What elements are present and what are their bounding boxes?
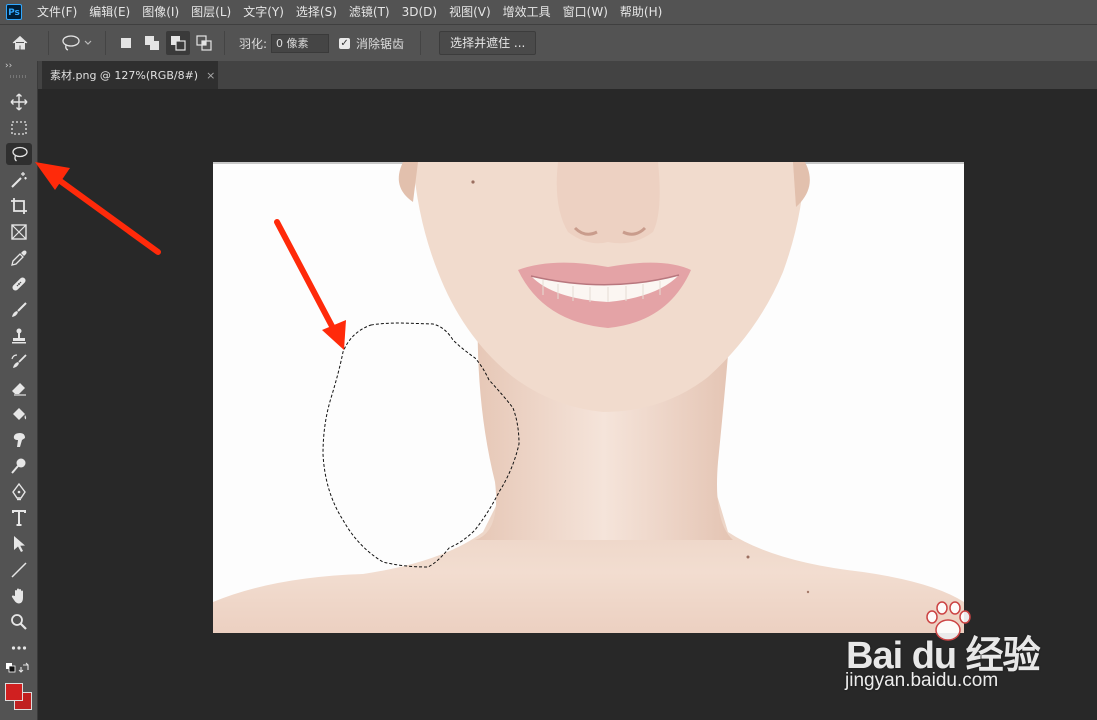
frame-tool[interactable] [6, 221, 32, 243]
arrow-cursor-icon [14, 536, 25, 552]
home-button[interactable] [0, 28, 40, 58]
default-colors-swap[interactable] [6, 662, 32, 676]
hand-tool[interactable] [6, 585, 32, 607]
tool-preset-picker[interactable] [57, 28, 97, 58]
frame-icon [11, 224, 27, 240]
dodge-icon [11, 458, 26, 474]
lasso-tool[interactable] [6, 143, 32, 165]
toolbox: ›› [0, 61, 38, 720]
subtract-from-selection-button[interactable] [166, 31, 190, 55]
paint-bucket-icon [13, 408, 27, 420]
document-tab-title: 素材.png @ 127%(RGB/8#) [50, 69, 199, 82]
toolbox-grip[interactable] [10, 75, 28, 78]
menu-edit[interactable]: 编辑(E) [83, 0, 136, 24]
menu-window[interactable]: 窗口(W) [557, 0, 614, 24]
menu-3d[interactable]: 3D(D) [396, 0, 443, 24]
brush-icon [12, 302, 27, 317]
divider [48, 31, 49, 55]
eyedropper-tool[interactable] [6, 247, 32, 269]
more-icon [11, 646, 27, 650]
line-icon [11, 562, 27, 578]
crop-tool[interactable] [6, 195, 32, 217]
smudge-icon [13, 433, 25, 447]
document-tab-bar: 素材.png @ 127%(RGB/8#) × [38, 61, 1097, 89]
swap-colors-icon [6, 662, 29, 673]
path-selection-tool[interactable] [6, 533, 32, 555]
add-to-selection-button[interactable] [140, 31, 164, 55]
hand-icon [11, 588, 23, 604]
photoshop-logo[interactable]: Ps [6, 4, 22, 20]
smudge-tool[interactable] [6, 429, 32, 451]
portrait-photo [213, 162, 964, 633]
menu-help[interactable]: 帮助(H) [614, 0, 668, 24]
lasso-preset-icon [62, 35, 92, 51]
pen-tool[interactable] [6, 481, 32, 503]
type-tool[interactable] [6, 507, 32, 529]
paint-bucket-tool[interactable] [6, 403, 32, 425]
select-and-mask-button[interactable]: 选择并遮住 ... [439, 31, 537, 55]
healing-brush-tool[interactable] [6, 273, 32, 295]
dodge-tool[interactable] [6, 455, 32, 477]
baidu-watermark: Bai du 经验 jingyan.baidu.com [840, 600, 1050, 700]
edit-toolbar-button[interactable] [6, 637, 32, 659]
divider [105, 31, 106, 55]
history-brush-icon [11, 354, 27, 368]
antialias-label: 消除锯齿 [356, 36, 405, 51]
zoom-tool[interactable] [6, 611, 32, 633]
menu-type[interactable]: 文字(Y) [237, 0, 290, 24]
toolbox-collapse-icon[interactable]: ›› [5, 61, 12, 71]
pen-icon [12, 483, 26, 501]
type-icon [12, 510, 26, 526]
zoom-icon [11, 614, 27, 630]
divider [224, 31, 225, 55]
menu-file[interactable]: 文件(F) [31, 0, 83, 24]
options-bar: 羽化: ✓ 消除锯齿 选择并遮住 ... [0, 24, 1097, 61]
subtract-selection-icon [171, 36, 186, 51]
feather-label: 羽化: [239, 36, 268, 51]
move-icon [10, 93, 28, 111]
lasso-icon [12, 146, 28, 162]
history-brush-tool[interactable] [6, 351, 32, 373]
menu-view[interactable]: 视图(V) [443, 0, 497, 24]
close-tab-icon[interactable]: × [206, 69, 215, 82]
add-selection-icon [145, 36, 159, 50]
menu-image[interactable]: 图像(I) [136, 0, 185, 24]
clone-stamp-tool[interactable] [6, 325, 32, 347]
new-selection-icon [121, 38, 131, 48]
menu-bar: Ps 文件(F) 编辑(E) 图像(I) 图层(L) 文字(Y) 选择(S) 滤… [0, 0, 1097, 24]
new-selection-button[interactable] [114, 31, 138, 55]
menu-select[interactable]: 选择(S) [290, 0, 343, 24]
foreground-color-swatch[interactable] [5, 683, 23, 701]
marquee-tool[interactable] [6, 117, 32, 139]
antialias-checkbox[interactable]: ✓ [339, 37, 351, 49]
eyedropper-icon [11, 250, 27, 266]
feather-input[interactable] [271, 33, 330, 53]
move-tool[interactable] [6, 91, 32, 113]
bandage-icon [12, 277, 26, 291]
divider [420, 31, 422, 55]
document-canvas[interactable] [213, 162, 964, 633]
eraser-icon [12, 383, 26, 396]
magic-wand-tool[interactable] [6, 169, 32, 191]
menu-filter[interactable]: 滤镜(T) [343, 0, 396, 24]
line-tool[interactable] [6, 559, 32, 581]
menu-layer[interactable]: 图层(L) [185, 0, 237, 24]
brush-tool[interactable] [6, 299, 32, 321]
eraser-tool[interactable] [6, 377, 32, 399]
watermark-url: jingyan.baidu.com [845, 670, 999, 691]
crop-icon [11, 198, 27, 214]
menu-plugins[interactable]: 增效工具 [497, 0, 557, 24]
magic-wand-icon [11, 172, 27, 188]
marquee-icon [11, 121, 27, 135]
document-tab[interactable]: 素材.png @ 127%(RGB/8#) × [42, 61, 218, 89]
home-icon [12, 35, 28, 50]
intersect-selection-icon [196, 35, 212, 51]
intersect-selection-button[interactable] [192, 31, 216, 55]
stamp-icon [12, 328, 26, 344]
